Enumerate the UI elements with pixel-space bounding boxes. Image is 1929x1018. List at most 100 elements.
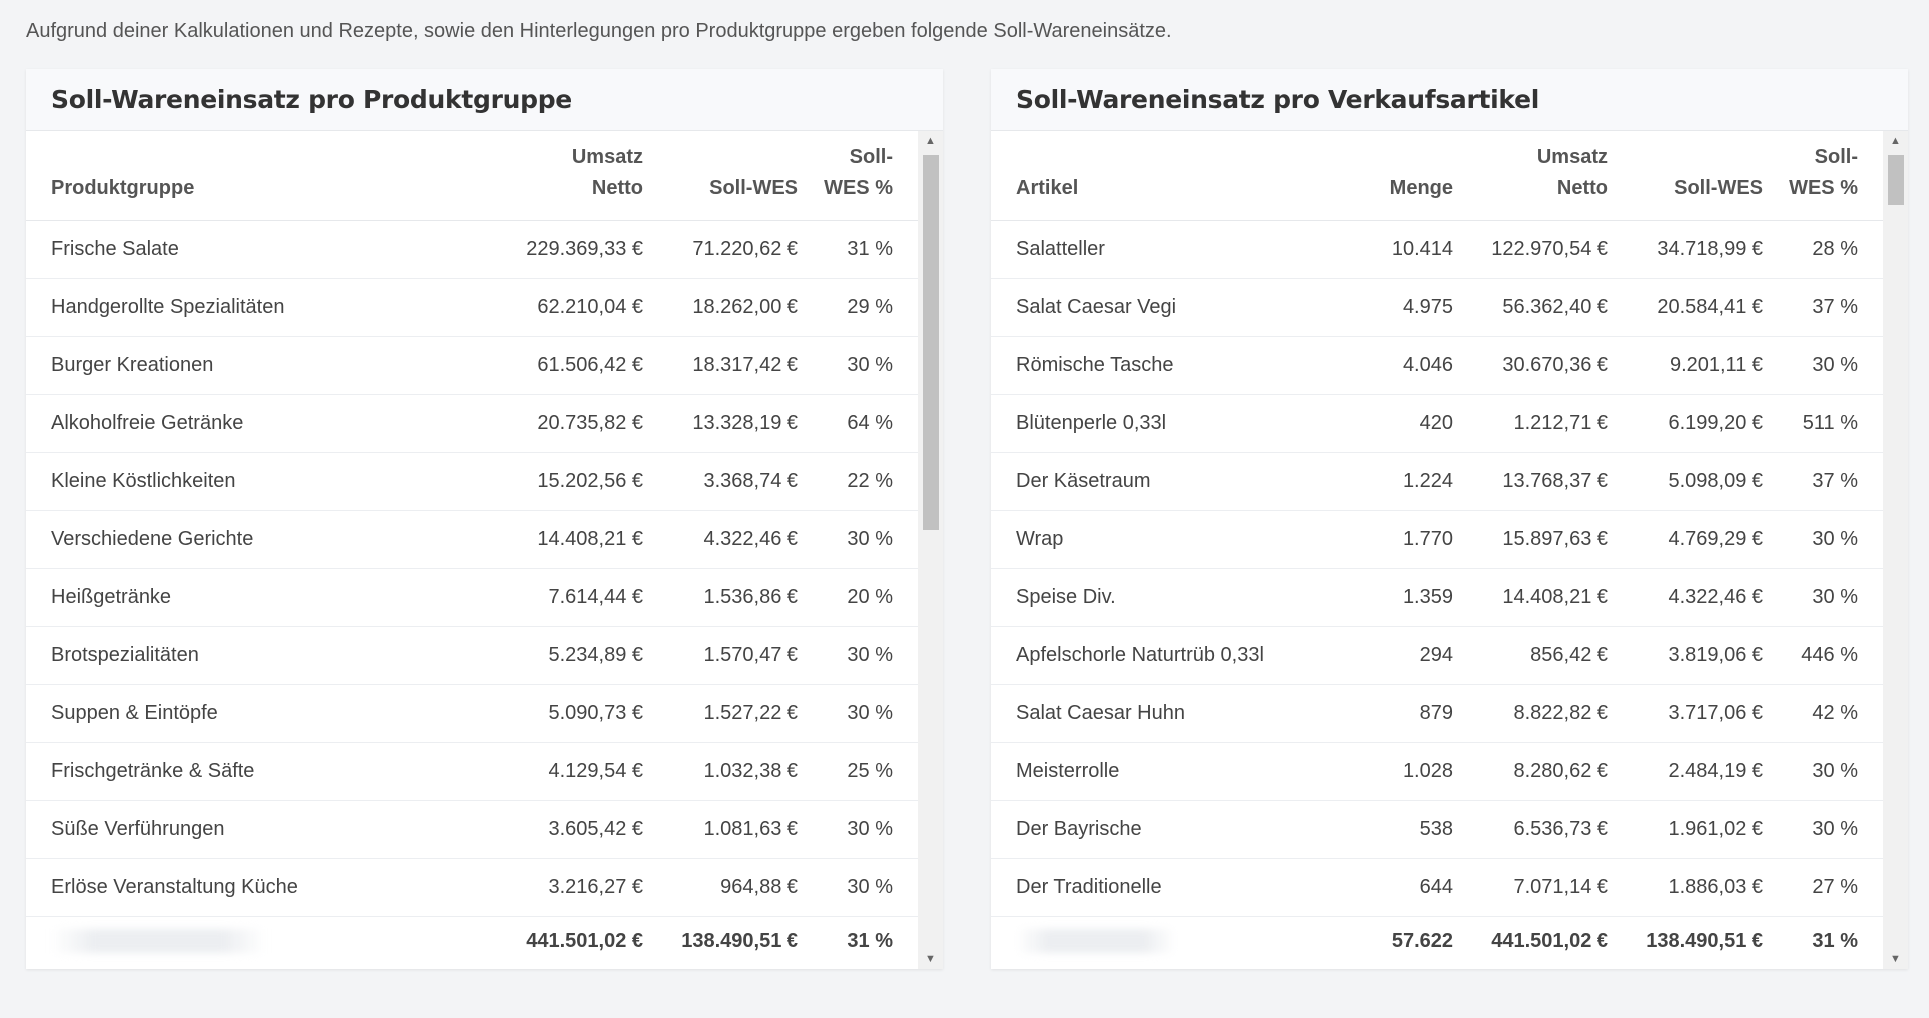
cell-umsatz: 8.280,62 € bbox=[1478, 742, 1633, 801]
vertical-scrollbar[interactable]: ▲ ▼ bbox=[1883, 131, 1908, 969]
cell-soll-wes-pct: 511 % bbox=[1788, 394, 1883, 453]
cell-umsatz: 6.536,73 € bbox=[1478, 800, 1633, 859]
cell-umsatz: 15.202,56 € bbox=[518, 452, 668, 511]
col-header-produktgruppe[interactable]: Produktgruppe bbox=[26, 131, 518, 221]
total-umsatz: 441.501,02 € bbox=[1491, 929, 1608, 952]
cell-menge: 879 bbox=[1368, 684, 1478, 743]
table-row[interactable]: Speise Div. 1.359 14.408,21 €4.322,46 €30 … bbox=[991, 568, 1883, 627]
cell-produktgruppe: Frische Salate bbox=[26, 220, 518, 279]
table-row[interactable]: Meisterrolle 1.028 8.280,62 €2.484,19 €30 … bbox=[991, 742, 1883, 801]
table-row[interactable]: Heißgetränke 7.614,44 €1.536,86 €20 % bbox=[26, 568, 918, 627]
cell-soll-wes-pct: 37 % bbox=[1788, 452, 1883, 511]
table-row[interactable]: Frischgetränke & Säfte 4.129,54 €1.032,38… bbox=[26, 742, 918, 801]
cell-produktgruppe: Brotspezialitäten bbox=[26, 626, 518, 685]
table-row[interactable]: Frische Salate 229.369,33 €71.220,62 €31 … bbox=[26, 220, 918, 279]
cell-umsatz: 3.605,42 € bbox=[518, 800, 668, 859]
cell-umsatz: 14.408,21 € bbox=[518, 510, 668, 569]
table-scroll-area[interactable]: Produktgruppe Umsatz Netto Soll-WES Soll-… bbox=[26, 131, 918, 969]
total-umsatz: 441.501,02 € bbox=[526, 929, 643, 952]
table-row[interactable]: Verschiedene Gerichte 14.408,21 €4.322,46… bbox=[26, 510, 918, 569]
cell-soll-wes: 1.527,22 € bbox=[668, 684, 823, 743]
table-row[interactable]: Handgerollte Spezialitäten 62.210,04 €18.… bbox=[26, 278, 918, 337]
cell-umsatz: 61.506,42 € bbox=[518, 336, 668, 395]
cell-umsatz: 5.090,73 € bbox=[518, 684, 668, 743]
table-row[interactable]: Kleine Köstlichkeiten 15.202,56 €3.368,74… bbox=[26, 452, 918, 511]
table-row[interactable]: Der Bayrische 538 6.536,73 €1.961,02 €30 % bbox=[991, 800, 1883, 859]
table-row[interactable]: Salat Caesar Vegi 4.975 56.362,40 €20.584,… bbox=[991, 278, 1883, 337]
vertical-scrollbar[interactable]: ▲ ▼ bbox=[918, 131, 943, 969]
table-row[interactable]: Salatteller 10.414 122.970,54 €34.718,99 €… bbox=[991, 220, 1883, 279]
cell-umsatz: 56.362,40 € bbox=[1478, 278, 1633, 337]
cell-umsatz: 8.822,82 € bbox=[1478, 684, 1633, 743]
cell-soll-wes: 4.322,46 € bbox=[1633, 568, 1788, 627]
table-row[interactable]: Erlöse Veranstaltung Küche 3.216,27 €964,… bbox=[26, 858, 918, 917]
cell-soll-wes: 18.317,42 € bbox=[668, 336, 823, 395]
table-row[interactable]: Suppen & Eintöpfe 5.090,73 €1.527,22 €30 … bbox=[26, 684, 918, 743]
cell-soll-wes-pct: 30 % bbox=[1788, 742, 1883, 801]
cell-umsatz: 1.212,71 € bbox=[1478, 394, 1633, 453]
cell-produktgruppe: Erlöse Veranstaltung Küche bbox=[26, 858, 518, 917]
table-scroll-area[interactable]: Artikel Menge Umsatz Netto Soll-WES Soll-… bbox=[991, 131, 1883, 969]
cell-soll-wes: 1.081,63 € bbox=[668, 800, 823, 859]
scroll-thumb[interactable] bbox=[923, 155, 939, 530]
cell-menge: 1.359 bbox=[1368, 568, 1478, 627]
cell-artikel: Der Bayrische bbox=[991, 800, 1368, 859]
table-row[interactable]: Blütenperle 0,33l 420 1.212,71 €6.199,20 €… bbox=[991, 394, 1883, 453]
cell-menge: 1.770 bbox=[1368, 510, 1478, 569]
cell-soll-wes-pct: 30 % bbox=[1788, 510, 1883, 569]
cell-menge: 4.046 bbox=[1368, 336, 1478, 395]
table-row[interactable]: Brotspezialitäten 5.234,89 €1.570,47 €30 … bbox=[26, 626, 918, 685]
cell-umsatz: 5.234,89 € bbox=[518, 626, 668, 685]
cell-artikel: Apfelschorle Naturtrüb 0,33l bbox=[991, 626, 1368, 685]
cell-umsatz: 62.210,04 € bbox=[518, 278, 668, 337]
panel-header: Soll-Wareneinsatz pro Produktgruppe bbox=[26, 69, 943, 131]
panel-sales-articles: Soll-Wareneinsatz pro Verkaufsartikel Ar… bbox=[991, 69, 1908, 969]
cell-umsatz: 7.614,44 € bbox=[518, 568, 668, 627]
cell-artikel: Meisterrolle bbox=[991, 742, 1368, 801]
table-row[interactable]: Wrap 1.770 15.897,63 €4.769,29 €30 % bbox=[991, 510, 1883, 569]
scroll-down-arrow-icon[interactable]: ▼ bbox=[1883, 949, 1908, 969]
cell-menge: 10.414 bbox=[1368, 220, 1478, 279]
cell-produktgruppe: Alkoholfreie Getränke bbox=[26, 394, 518, 453]
scroll-up-arrow-icon[interactable]: ▲ bbox=[918, 131, 943, 151]
col-header-umsatz-netto[interactable]: Umsatz Netto bbox=[518, 131, 668, 221]
table-row[interactable]: Süße Verführungen 3.605,42 €1.081,63 €30 … bbox=[26, 800, 918, 859]
cell-soll-wes-pct: 30 % bbox=[823, 800, 918, 859]
cell-soll-wes-pct: 446 % bbox=[1788, 626, 1883, 685]
cell-soll-wes: 1.032,38 € bbox=[668, 742, 823, 801]
intro-text: Aufgrund deiner Kalkulationen und Rezept… bbox=[26, 20, 1172, 42]
total-soll-wes-pct: 31 % bbox=[1812, 929, 1858, 952]
table-total-row: 57.622 441.501,02 € 138.490,51 € 31 % bbox=[991, 916, 1883, 966]
cell-soll-wes: 2.484,19 € bbox=[1633, 742, 1788, 801]
cell-soll-wes: 4.322,46 € bbox=[668, 510, 823, 569]
scroll-up-arrow-icon[interactable]: ▲ bbox=[1883, 131, 1908, 151]
col-header-soll-wes-pct[interactable]: Soll- WES % bbox=[1788, 131, 1883, 221]
cell-menge: 420 bbox=[1368, 394, 1478, 453]
col-header-soll-wes-pct[interactable]: Soll- WES % bbox=[823, 131, 918, 221]
col-header-artikel[interactable]: Artikel bbox=[991, 131, 1368, 221]
cell-umsatz: 13.768,37 € bbox=[1478, 452, 1633, 511]
table-row[interactable]: Alkoholfreie Getränke 20.735,82 €13.328,1… bbox=[26, 394, 918, 453]
table-row[interactable]: Der Traditionelle 644 7.071,14 €1.886,03 €… bbox=[991, 858, 1883, 917]
col-header-umsatz-netto[interactable]: Umsatz Netto bbox=[1478, 131, 1633, 221]
table-row[interactable]: Apfelschorle Naturtrüb 0,33l 294 856,42 €3… bbox=[991, 626, 1883, 685]
cell-soll-wes: 1.961,02 € bbox=[1633, 800, 1788, 859]
table-row[interactable]: Römische Tasche 4.046 30.670,36 €9.201,11 … bbox=[991, 336, 1883, 395]
cell-soll-wes: 13.328,19 € bbox=[668, 394, 823, 453]
col-header-soll-wes[interactable]: Soll-WES bbox=[1633, 131, 1788, 221]
cell-umsatz: 4.129,54 € bbox=[518, 742, 668, 801]
cell-soll-wes: 18.262,00 € bbox=[668, 278, 823, 337]
cell-produktgruppe: Frischgetränke & Säfte bbox=[26, 742, 518, 801]
table-row[interactable]: Burger Kreationen 61.506,42 €18.317,42 €3… bbox=[26, 336, 918, 395]
cell-soll-wes: 9.201,11 € bbox=[1633, 336, 1788, 395]
cell-umsatz: 3.216,27 € bbox=[518, 858, 668, 917]
table-row[interactable]: Salat Caesar Huhn 879 8.822,82 €3.717,06 €… bbox=[991, 684, 1883, 743]
cell-artikel: Wrap bbox=[991, 510, 1368, 569]
col-header-menge[interactable]: Menge bbox=[1368, 131, 1478, 221]
cell-produktgruppe: Suppen & Eintöpfe bbox=[26, 684, 518, 743]
scroll-down-arrow-icon[interactable]: ▼ bbox=[918, 949, 943, 969]
scroll-thumb[interactable] bbox=[1888, 155, 1904, 205]
col-header-soll-wes[interactable]: Soll-WES bbox=[668, 131, 823, 221]
table-row[interactable]: Der Käsetraum 1.224 13.768,37 €5.098,09 €3… bbox=[991, 452, 1883, 511]
panel-header: Soll-Wareneinsatz pro Verkaufsartikel bbox=[991, 69, 1908, 131]
